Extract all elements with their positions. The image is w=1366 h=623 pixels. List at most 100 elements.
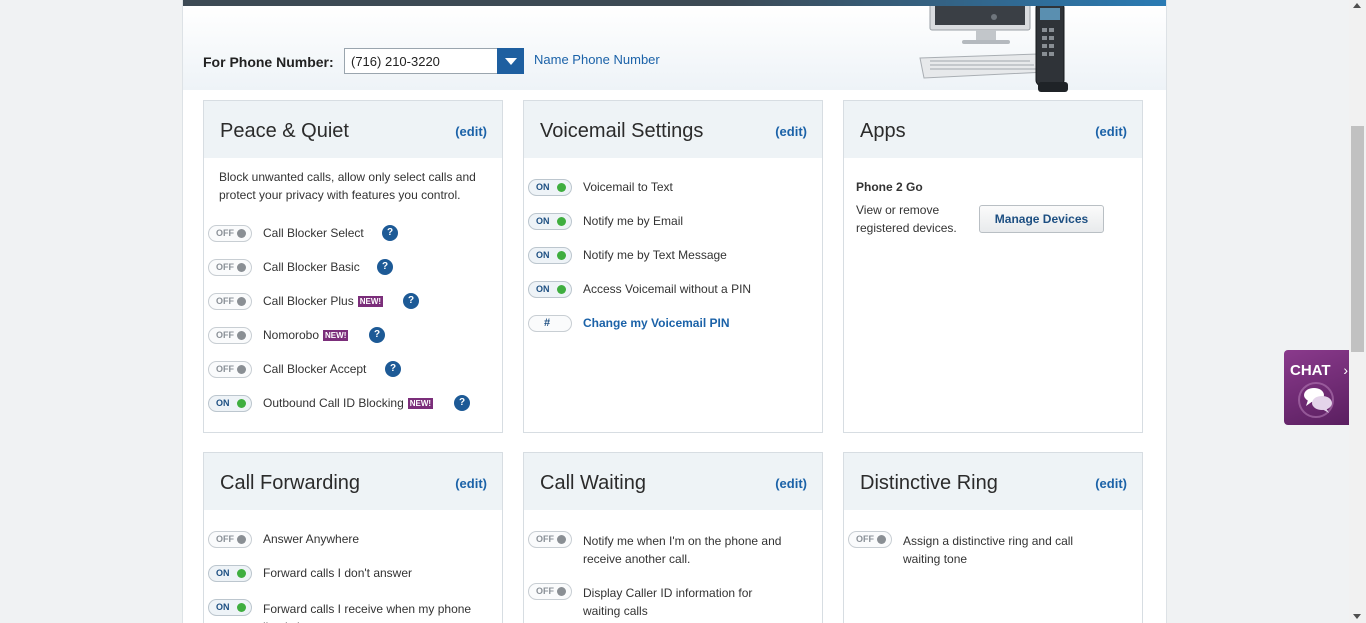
card-title: Peace & Quiet — [220, 120, 349, 142]
toggle-switch[interactable]: OFF — [208, 293, 252, 310]
card-header: Distinctive Ring (edit) — [844, 453, 1142, 510]
peace-quiet-card: Peace & Quiet (edit) Block unwanted call… — [203, 100, 503, 433]
help-icon[interactable]: ? — [403, 293, 419, 309]
row-label: Display Caller ID information for waitin… — [583, 586, 753, 618]
toggle-state: OFF — [216, 296, 234, 306]
new-badge: NEW! — [357, 296, 384, 307]
card-title: Voicemail Settings — [540, 120, 704, 142]
call-forwarding-card: Call Forwarding (edit) OFF Answer Anywhe… — [203, 452, 503, 623]
toggle-switch[interactable]: OFF — [208, 361, 252, 378]
vertical-scrollbar[interactable] — [1349, 0, 1366, 623]
help-icon[interactable]: ? — [369, 327, 385, 343]
row-label: Notify me by Email — [583, 214, 684, 228]
name-phone-number-link[interactable]: Name Phone Number — [534, 52, 660, 67]
card-description: Block unwanted calls, allow only select … — [219, 170, 476, 202]
toggle-state: OFF — [216, 364, 234, 374]
toggle-switch[interactable]: OFF — [208, 225, 252, 242]
card-header: Voicemail Settings (edit) — [524, 101, 822, 158]
help-icon[interactable]: ? — [385, 361, 401, 377]
phone-number-value: (716) 210-3220 — [351, 54, 440, 69]
pin-toggle[interactable]: # — [528, 315, 572, 332]
status-dot-icon — [237, 569, 246, 578]
toggle-switch[interactable]: OFF — [208, 327, 252, 344]
row-label: Assign a distinctive ring and call waiti… — [903, 534, 1074, 566]
status-dot-icon — [237, 535, 246, 544]
toggle-switch[interactable]: ON — [528, 179, 572, 196]
status-dot-icon — [237, 229, 246, 238]
phone-number-bar: For Phone Number: (716) 210-3220 Name Ph… — [183, 6, 1166, 92]
card-title: Apps — [860, 120, 906, 142]
row-label: Notify me when I'm on the phone and rece… — [583, 534, 782, 566]
toggle-state: ON — [216, 568, 230, 578]
toggle-switch[interactable]: OFF — [528, 583, 572, 600]
toggle-state: ON — [216, 398, 230, 408]
row-label: Forward calls I don't answer — [263, 566, 413, 580]
status-dot-icon — [557, 535, 566, 544]
toggle-switch[interactable]: ON — [528, 281, 572, 298]
status-dot-icon — [237, 331, 246, 340]
app-description: View or remove registered devices. — [856, 203, 957, 235]
card-title: Distinctive Ring — [860, 472, 998, 494]
call-waiting-card: Call Waiting (edit) OFF Notify me when I… — [523, 452, 823, 623]
hash-icon: # — [544, 317, 551, 329]
voicemail-settings-card: Voicemail Settings (edit) ON Voicemail t… — [523, 100, 823, 433]
toggle-state: ON — [536, 284, 550, 294]
toggle-state: ON — [536, 216, 550, 226]
manage-devices-button[interactable]: Manage Devices — [979, 205, 1104, 233]
status-dot-icon — [557, 217, 566, 226]
toggle-state: ON — [536, 250, 550, 260]
chevron-right-icon: › — [1343, 362, 1348, 378]
row-label-text: Call Blocker Plus — [263, 294, 354, 308]
toggle-switch[interactable]: OFF — [208, 531, 252, 548]
chat-widget[interactable]: CHAT › — [1284, 350, 1350, 425]
scroll-up-icon[interactable] — [1353, 3, 1361, 8]
toggle-state: OFF — [856, 534, 874, 544]
row-label: Call Blocker Basic — [263, 260, 360, 274]
toggle-switch[interactable]: OFF — [848, 531, 892, 548]
distinctive-ring-card: Distinctive Ring (edit) OFF Assign a dis… — [843, 452, 1143, 623]
toggle-switch[interactable]: ON — [208, 599, 252, 616]
edit-link[interactable]: (edit) — [1095, 476, 1127, 491]
row-label-text: Nomorobo — [263, 328, 320, 342]
scroll-down-icon[interactable] — [1353, 614, 1361, 619]
card-header: Call Waiting (edit) — [524, 453, 822, 510]
help-icon[interactable]: ? — [377, 259, 393, 275]
status-dot-icon — [237, 603, 246, 612]
status-dot-icon — [557, 587, 566, 596]
change-pin-link[interactable]: Change my Voicemail PIN — [583, 316, 730, 330]
toggle-switch[interactable]: OFF — [208, 259, 252, 276]
row-label: Call Blocker Plus NEW! — [263, 294, 384, 308]
toggle-switch[interactable]: ON — [528, 247, 572, 264]
help-icon[interactable]: ? — [382, 225, 398, 241]
row-label: Answer Anywhere — [263, 532, 360, 546]
new-badge: NEW! — [407, 398, 434, 409]
toggle-switch[interactable]: ON — [208, 395, 252, 412]
scroll-thumb[interactable] — [1351, 126, 1364, 352]
phone-number-label: For Phone Number: — [203, 54, 334, 70]
status-dot-icon — [237, 297, 246, 306]
status-dot-icon — [237, 365, 246, 374]
card-header: Call Forwarding (edit) — [204, 453, 502, 510]
toggle-state: OFF — [216, 228, 234, 238]
row-label: Call Blocker Select — [263, 226, 364, 240]
toggle-state: OFF — [536, 534, 554, 544]
edit-link[interactable]: (edit) — [455, 476, 487, 491]
edit-link[interactable]: (edit) — [1095, 124, 1127, 139]
row-label: Call Blocker Accept — [263, 362, 367, 376]
row-label: Voicemail to Text — [583, 180, 673, 194]
edit-link[interactable]: (edit) — [775, 124, 807, 139]
edit-link[interactable]: (edit) — [455, 124, 487, 139]
phone-number-select[interactable]: (716) 210-3220 — [344, 48, 524, 74]
status-dot-icon — [557, 285, 566, 294]
chevron-down-icon[interactable] — [497, 48, 524, 74]
toggle-state: ON — [216, 602, 230, 612]
toggle-switch[interactable]: OFF — [528, 531, 572, 548]
status-dot-icon — [877, 535, 886, 544]
edit-link[interactable]: (edit) — [775, 476, 807, 491]
help-icon[interactable]: ? — [454, 395, 470, 411]
toggle-state: OFF — [536, 586, 554, 596]
toggle-switch[interactable]: ON — [528, 213, 572, 230]
row-label: Access Voicemail without a PIN — [583, 282, 752, 296]
toggle-state: ON — [536, 182, 550, 192]
toggle-switch[interactable]: ON — [208, 565, 252, 582]
